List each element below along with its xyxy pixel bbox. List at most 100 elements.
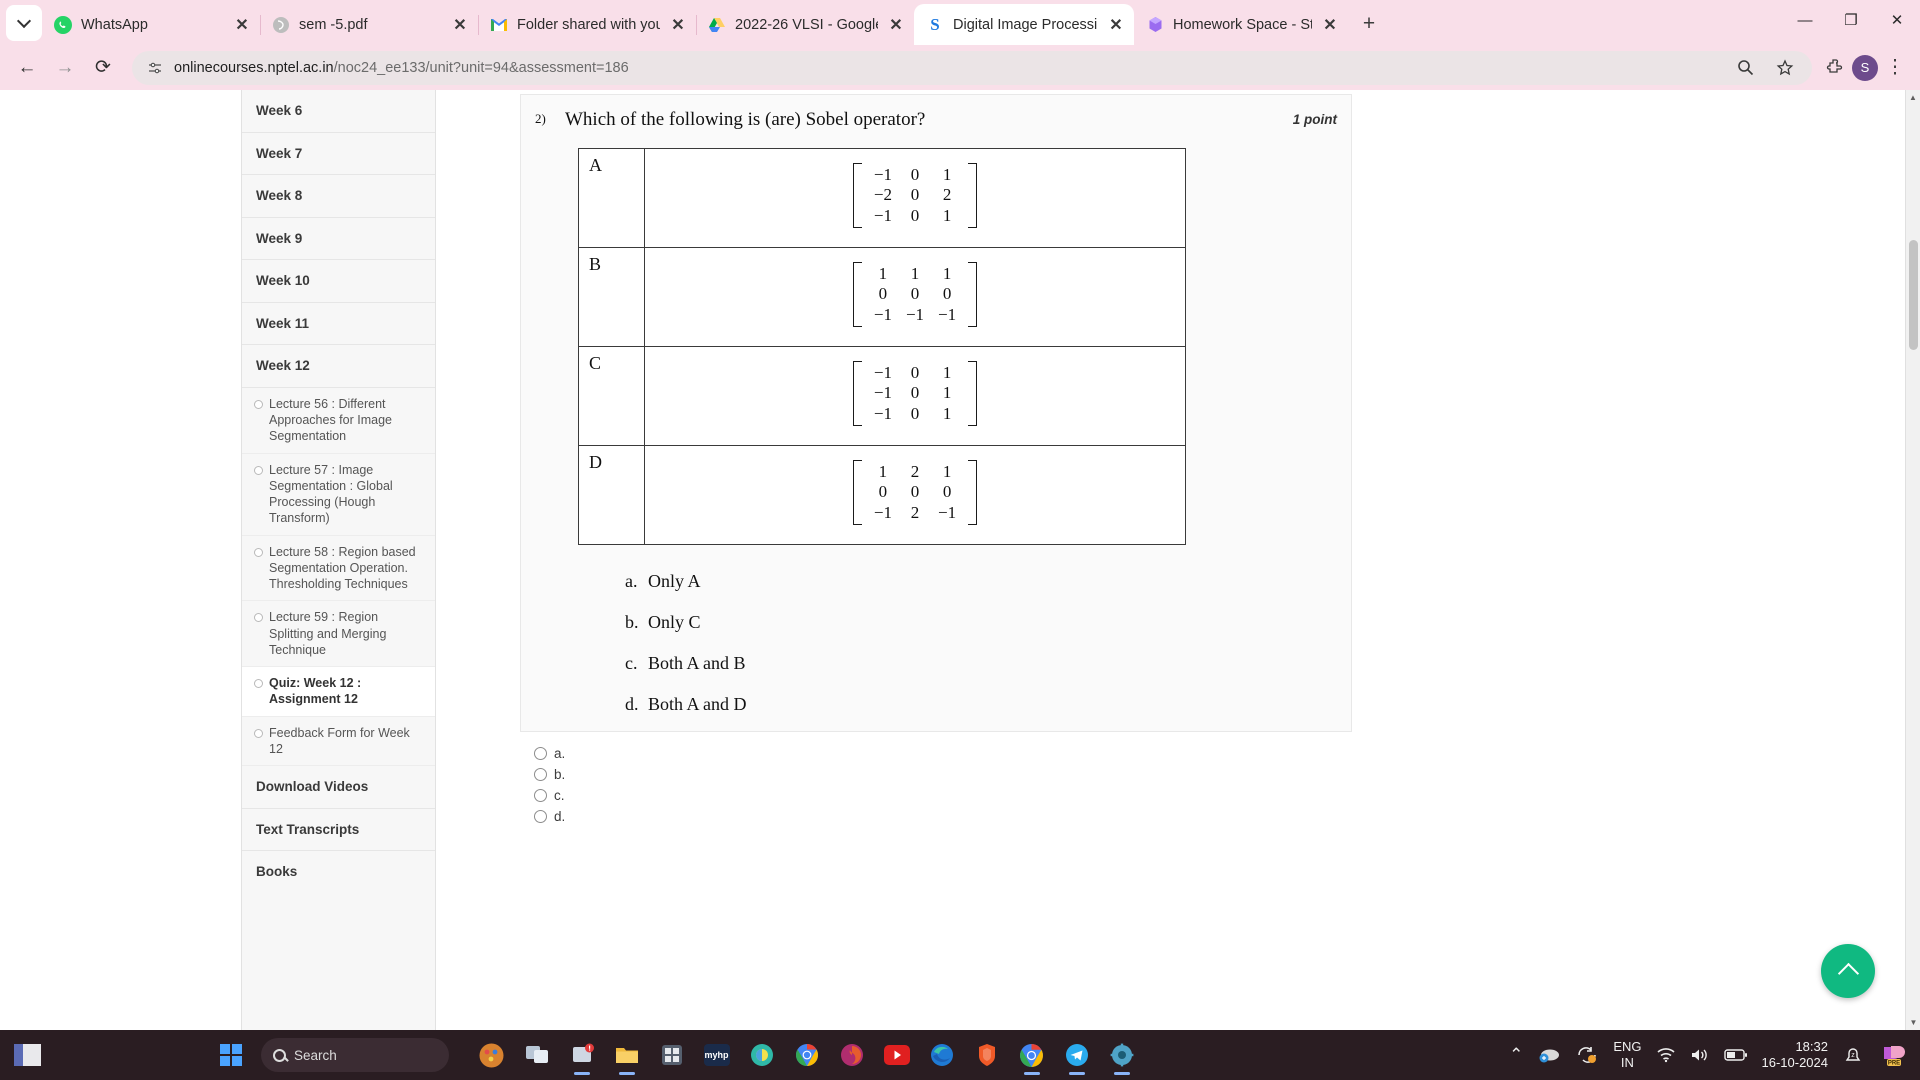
tab-close-icon[interactable]: ✕ [666, 13, 690, 37]
scroll-down-arrow-icon[interactable]: ▼ [1906, 1015, 1920, 1030]
taskbar-app-telegram[interactable] [1056, 1035, 1097, 1076]
sidebar-item-download-videos[interactable]: Download Videos [242, 766, 435, 809]
minimize-button[interactable]: — [1782, 0, 1828, 40]
star-icon[interactable] [1770, 53, 1800, 83]
back-button[interactable]: ← [10, 51, 44, 85]
matrix-cell: 0 [910, 165, 920, 185]
sidebar-item-quiz-week-12[interactable]: Quiz: Week 12 : Assignment 12 [242, 667, 435, 717]
sidebar-item-books[interactable]: Books [242, 851, 435, 893]
matrix-option-b: 1 1 1 0 0 0 −1 −1 −1 [644, 247, 1186, 347]
notifications-muted-icon[interactable]: z [1842, 1044, 1864, 1066]
profile-avatar[interactable]: S [1850, 53, 1880, 83]
taskbar-widget-button[interactable] [0, 1044, 55, 1066]
maximize-button[interactable]: ❐ [1828, 0, 1874, 40]
tab-search-button[interactable] [6, 5, 42, 41]
answer-key: b. [625, 612, 639, 632]
radio-option-c[interactable]: c. [534, 788, 1920, 803]
browser-menu-button[interactable]: ⋮ [1880, 53, 1910, 83]
tab-close-icon[interactable]: ✕ [884, 13, 908, 37]
browser-tab-whatsapp[interactable]: WhatsApp ✕ [42, 4, 260, 45]
sidebar-item-lecture-57[interactable]: Lecture 57 : Image Segmentation : Global… [242, 454, 435, 536]
copilot-icon[interactable]: PRE [1878, 1043, 1906, 1067]
taskbar-app-firefox[interactable] [831, 1035, 872, 1076]
radio-button-icon[interactable] [534, 768, 547, 781]
taskbar-app-explorer[interactable] [606, 1035, 647, 1076]
volume-icon[interactable] [1690, 1047, 1710, 1063]
taskbar-clock[interactable]: 18:32 16-10-2024 [1762, 1039, 1829, 1072]
sidebar-item-feedback-week-12[interactable]: Feedback Form for Week 12 [242, 717, 435, 767]
taskbar-app-brave[interactable] [966, 1035, 1007, 1076]
scroll-up-arrow-icon[interactable]: ▲ [1906, 90, 1920, 105]
wifi-icon[interactable] [1656, 1047, 1676, 1063]
search-icon [273, 1048, 286, 1062]
radio-button-icon[interactable] [534, 810, 547, 823]
taskbar-app-edge[interactable] [921, 1035, 962, 1076]
tray-overflow-icon[interactable]: ⌃ [1509, 1045, 1523, 1065]
forward-button[interactable]: → [48, 51, 82, 85]
sidebar-item-lecture-58[interactable]: Lecture 58 : Region based Segmentation O… [242, 536, 435, 602]
sidebar-item-week-11[interactable]: Week 11 [242, 303, 435, 346]
sidebar-item-label: Lecture 56 : Different Approaches for Im… [269, 396, 392, 444]
scrollbar-thumb[interactable] [1909, 240, 1918, 350]
address-bar[interactable]: onlinecourses.nptel.ac.in/noc24_ee133/un… [132, 50, 1812, 85]
tray-language-indicator[interactable]: ENG IN [1613, 1039, 1641, 1072]
browser-tab-gmail[interactable]: Folder shared with you: "20 ✕ [478, 4, 696, 45]
taskbar-app-settings[interactable] [1101, 1035, 1142, 1076]
tab-close-icon[interactable]: ✕ [448, 13, 472, 37]
taskbar-search[interactable]: Search [261, 1038, 449, 1072]
sidebar-item-lecture-59[interactable]: Lecture 59 : Region Splitting and Mergin… [242, 601, 435, 668]
scroll-to-top-button[interactable] [1821, 944, 1875, 998]
radio-option-b[interactable]: b. [534, 767, 1920, 782]
sidebar-item-lecture-56[interactable]: Lecture 56 : Different Approaches for Im… [242, 388, 435, 454]
radio-option-d[interactable]: d. [534, 809, 1920, 824]
language-line-2: IN [1620, 1055, 1634, 1070]
tray-sync-icon[interactable] [1575, 1045, 1599, 1065]
extensions-icon[interactable] [1820, 53, 1850, 83]
taskbar-app-taskview[interactable] [516, 1035, 557, 1076]
search-icon[interactable] [1730, 53, 1760, 83]
sidebar-item-week-7[interactable]: Week 7 [242, 133, 435, 176]
tab-close-icon[interactable]: ✕ [1318, 13, 1342, 37]
tray-onedrive-icon[interactable] [1537, 1046, 1561, 1064]
matrix-option-c: −1 0 1 −1 0 1 −1 0 1 [644, 346, 1186, 446]
tab-close-icon[interactable]: ✕ [230, 13, 254, 37]
radio-button-icon[interactable] [534, 789, 547, 802]
taskbar-app-youtube[interactable] [876, 1035, 917, 1076]
radio-button-icon[interactable] [534, 747, 547, 760]
taskbar-app-notification[interactable] [561, 1035, 602, 1076]
browser-tab-title: WhatsApp [81, 16, 148, 33]
browser-tab-google-drive[interactable]: 2022-26 VLSI - Google Driv ✕ [696, 4, 914, 45]
sidebar-item-week-9[interactable]: Week 9 [242, 218, 435, 261]
taskbar-app-chrome-active[interactable] [1011, 1035, 1052, 1076]
reload-button[interactable]: ⟳ [86, 51, 120, 85]
close-window-button[interactable]: ✕ [1874, 0, 1920, 40]
sidebar-item-label: Lecture 58 : Region based Segmentation O… [269, 544, 416, 592]
windows-logo-icon [219, 1044, 242, 1066]
site-info-icon[interactable] [144, 57, 166, 79]
matrix-cell: −1 [905, 304, 925, 324]
answer-key: d. [625, 694, 639, 714]
tab-close-icon[interactable]: ✕ [1104, 13, 1128, 37]
bracket-right-icon [968, 361, 978, 426]
sidebar-item-week-12[interactable]: Week 12 [242, 345, 435, 388]
sidebar-item-week-10[interactable]: Week 10 [242, 260, 435, 303]
taskbar-app-chrome[interactable] [786, 1035, 827, 1076]
chevron-down-icon [16, 13, 32, 29]
question-text: Which of the following is (are) Sobel op… [565, 109, 926, 130]
address-host: onlinecourses.nptel.ac.in [174, 59, 334, 76]
sidebar-item-week-8[interactable]: Week 8 [242, 175, 435, 218]
taskbar-app-myhp[interactable]: myhp [696, 1035, 737, 1076]
browser-tab-studyx[interactable]: Homework Space - StudyX ✕ [1134, 4, 1348, 45]
taskbar-app-paint[interactable] [471, 1035, 512, 1076]
vertical-scrollbar[interactable]: ▲ ▼ [1905, 90, 1920, 1030]
browser-tab-sem-5-pdf[interactable]: sem -5.pdf ✕ [260, 4, 478, 45]
browser-tab-digital-image-processing[interactable]: S Digital Image Processing - ✕ [914, 4, 1134, 45]
taskbar-app-store[interactable] [651, 1035, 692, 1076]
start-button[interactable] [210, 1035, 251, 1076]
taskbar-app-opera[interactable] [741, 1035, 782, 1076]
radio-option-a[interactable]: a. [534, 746, 1920, 761]
new-tab-button[interactable]: + [1352, 7, 1386, 41]
sidebar-item-week-6[interactable]: Week 6 [242, 90, 435, 133]
battery-icon[interactable] [1723, 1048, 1748, 1062]
sidebar-item-text-transcripts[interactable]: Text Transcripts [242, 809, 435, 852]
